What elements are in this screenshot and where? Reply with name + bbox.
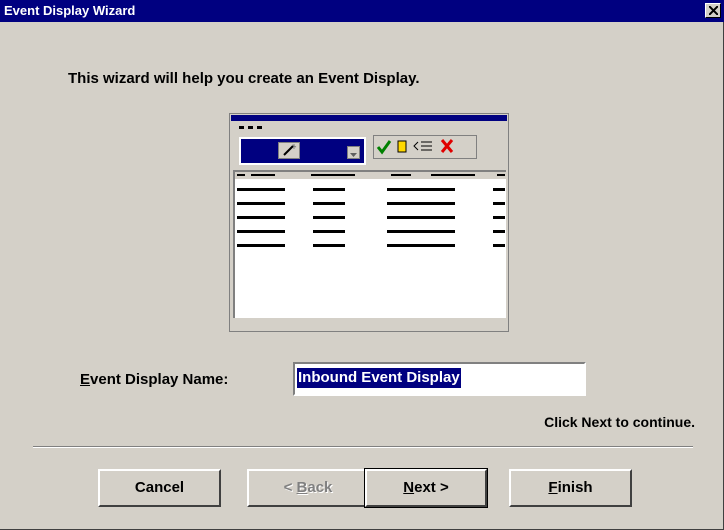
intro-text: This wizard will help you create an Even… <box>68 70 420 87</box>
hand-icon <box>397 140 407 153</box>
finish-button[interactable]: Finish <box>509 469 632 507</box>
title-bar[interactable]: Event Display Wizard <box>0 0 724 22</box>
illustration-list <box>233 170 506 318</box>
illustration-titlebar <box>231 115 507 121</box>
illustration-combo <box>239 137 366 165</box>
delete-icon <box>440 139 454 153</box>
back-button[interactable]: < Back <box>247 469 369 507</box>
event-display-name-value: Inbound Event Display <box>297 368 461 388</box>
close-icon <box>709 6 718 15</box>
cancel-button[interactable]: Cancel <box>98 469 221 507</box>
illustration-menu <box>239 126 262 129</box>
divider <box>33 446 693 448</box>
event-display-name-label: Event Display Name: <box>80 371 229 388</box>
chevron-down-icon <box>347 146 360 159</box>
wizard-window: Event Display Wizard This wizard will he… <box>0 0 724 530</box>
list-icon <box>413 141 432 151</box>
wizard-illustration <box>229 113 509 332</box>
continue-hint: Click Next to continue. <box>544 414 695 430</box>
check-icon <box>376 140 392 155</box>
illustration-toolbar <box>373 135 477 159</box>
illustration-statusbar <box>233 320 506 329</box>
event-display-name-input[interactable]: Inbound Event Display <box>293 362 586 396</box>
wand-icon <box>278 142 300 159</box>
window-title: Event Display Wizard <box>4 3 136 18</box>
next-button[interactable]: Next > <box>364 468 488 508</box>
close-button[interactable] <box>705 3 721 18</box>
